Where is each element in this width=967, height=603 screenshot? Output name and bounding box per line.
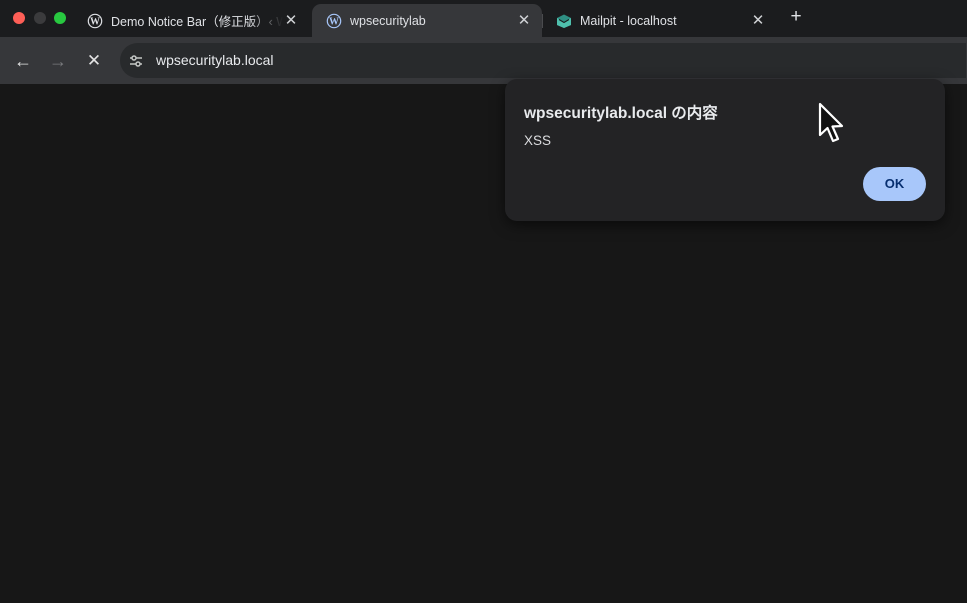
- window-close-button[interactable]: [13, 12, 25, 24]
- tab-title: wpsecuritylab: [350, 13, 426, 28]
- wordpress-icon: W: [87, 13, 103, 28]
- wordpress-icon: W: [326, 13, 342, 28]
- browser-toolbar: ← → ✕ wpsecuritylab.local: [0, 37, 967, 84]
- address-bar[interactable]: wpsecuritylab.local: [120, 43, 966, 78]
- alert-dialog: wpsecuritylab.local の内容 XSS OK: [505, 79, 945, 221]
- window-zoom-button[interactable]: [54, 12, 66, 24]
- tab-wpsecuritylab[interactable]: W wpsecuritylab ✕: [312, 4, 542, 37]
- mouse-pointer-icon: [818, 102, 844, 143]
- close-icon[interactable]: ✕: [516, 12, 532, 29]
- close-icon[interactable]: ✕: [750, 12, 766, 29]
- forward-button[interactable]: →: [48, 51, 68, 71]
- close-icon[interactable]: ✕: [283, 12, 299, 29]
- dialog-title: wpsecuritylab.local の内容: [524, 105, 718, 122]
- ok-button[interactable]: OK: [863, 167, 926, 201]
- url-text: wpsecuritylab.local: [156, 52, 274, 68]
- stop-loading-button[interactable]: ✕: [84, 51, 104, 71]
- tab-mailpit[interactable]: Mailpit - localhost ✕: [542, 4, 776, 37]
- tab-strip: W Demo Notice Bar（修正版）‹ W ✕ W wpsecurity…: [0, 0, 967, 37]
- svg-text:W: W: [90, 16, 100, 27]
- dialog-message: XSS: [524, 133, 552, 148]
- window-minimize-button[interactable]: [34, 12, 46, 24]
- mailpit-icon: [557, 14, 571, 28]
- back-button[interactable]: ←: [13, 51, 33, 71]
- tab-demo-notice-bar[interactable]: W Demo Notice Bar（修正版）‹ W ✕: [73, 4, 309, 37]
- tab-title: Mailpit - localhost: [580, 13, 677, 28]
- svg-text:W: W: [329, 16, 339, 27]
- new-tab-button[interactable]: +: [786, 7, 806, 27]
- site-info-icon[interactable]: [127, 52, 145, 70]
- tab-title: Demo Notice Bar（修正版）‹ W: [111, 15, 283, 29]
